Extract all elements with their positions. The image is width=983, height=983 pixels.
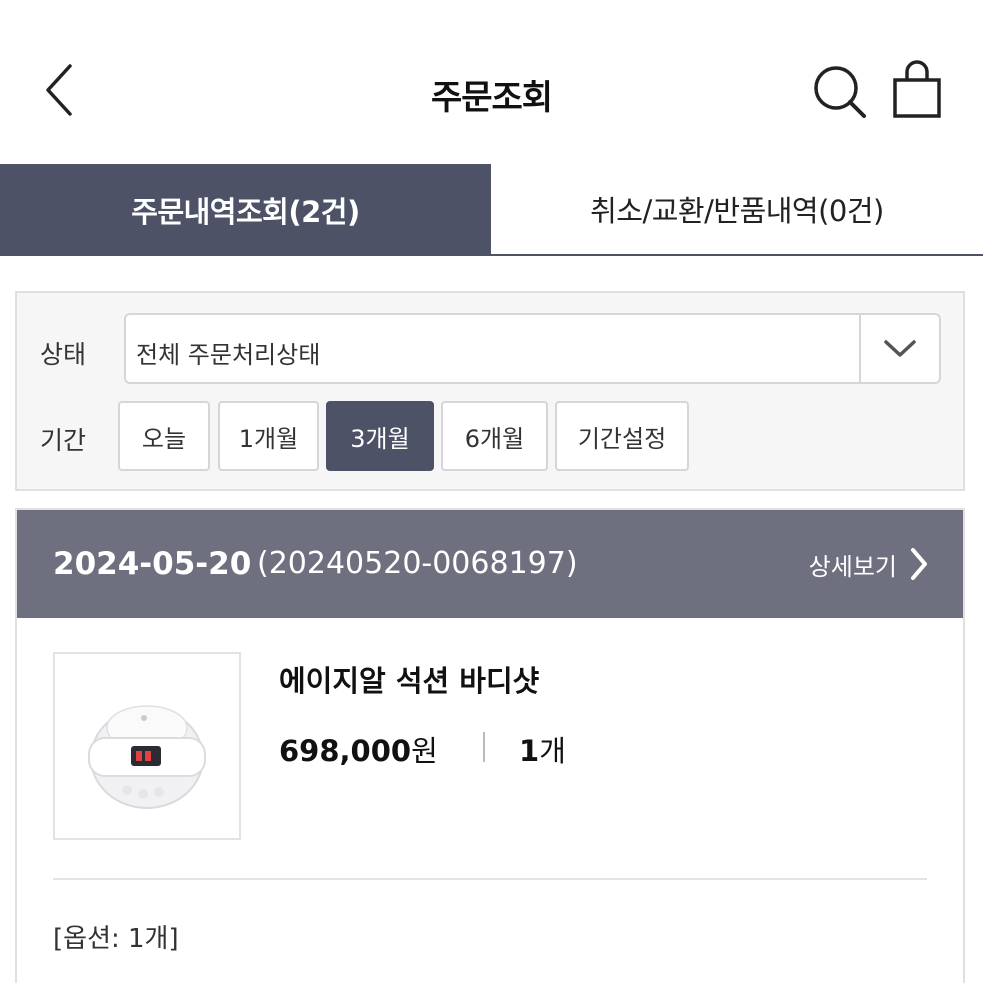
- detail-link-label: 상세보기: [808, 552, 897, 581]
- period-1month-button[interactable]: 1개월: [218, 401, 319, 471]
- chevron-right-icon: [911, 548, 927, 580]
- quantity-unit: 개: [539, 734, 566, 768]
- period-custom-button[interactable]: 기간설정: [555, 401, 689, 471]
- price-qty-divider: [483, 732, 485, 762]
- period-6month-button[interactable]: 6개월: [441, 401, 548, 471]
- search-button[interactable]: [810, 62, 870, 122]
- quantity-value: 1: [519, 734, 540, 768]
- product-price: 698,000원: [279, 728, 438, 770]
- shopping-bag-button[interactable]: [888, 60, 948, 124]
- card-divider: [53, 878, 927, 880]
- filter-panel: 상태 전체 주문처리상태 기간 오늘 1개월 3개월 6개월 기간설정: [15, 291, 965, 491]
- shopping-bag-icon: [893, 60, 941, 118]
- tab-order-history[interactable]: 주문내역조회(2건): [0, 164, 491, 256]
- status-label: 상태: [40, 340, 87, 369]
- order-tabs: 주문내역조회(2건) 취소/교환/반품내역(0건): [0, 164, 983, 256]
- status-select[interactable]: 전체 주문처리상태: [124, 313, 941, 384]
- tab-cancel-exchange-return[interactable]: 취소/교환/반품내역(0건): [491, 164, 983, 256]
- price-unit: 원: [411, 734, 438, 768]
- period-3month-button[interactable]: 3개월: [326, 401, 434, 471]
- order-card: 2024-05-20 (20240520-0068197) 상세보기 에이지알 …: [15, 508, 965, 983]
- select-arrow: [859, 315, 939, 382]
- body-shot-device-image: [88, 705, 206, 809]
- product-option: [옵션: 1개]: [53, 924, 179, 954]
- period-today-button[interactable]: 오늘: [118, 401, 210, 471]
- order-header: 2024-05-20 (20240520-0068197) 상세보기: [17, 510, 963, 618]
- product-image[interactable]: [53, 652, 241, 840]
- period-label: 기간: [40, 426, 87, 455]
- product-quantity: 1개: [519, 728, 566, 770]
- chevron-down-icon: [884, 339, 916, 357]
- order-number: (20240520-0068197): [257, 546, 578, 581]
- top-header: 주문조회: [0, 0, 983, 164]
- status-select-value: 전체 주문처리상태: [136, 341, 321, 369]
- product-name[interactable]: 에이지알 석션 바디샷: [279, 658, 539, 700]
- price-value: 698,000: [279, 734, 412, 768]
- order-date: 2024-05-20: [53, 546, 252, 582]
- order-detail-link[interactable]: 상세보기: [809, 542, 929, 586]
- search-icon: [814, 66, 866, 118]
